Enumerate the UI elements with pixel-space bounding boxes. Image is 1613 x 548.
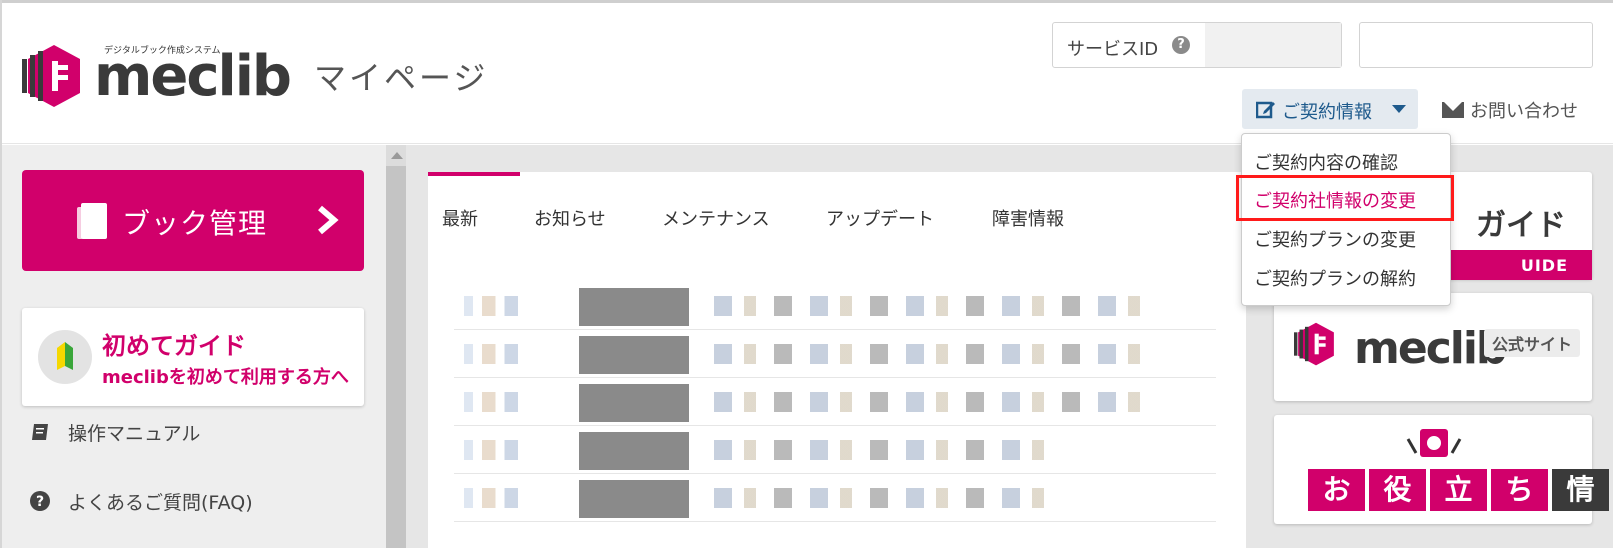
mail-icon	[1442, 102, 1464, 118]
header: デジタルブック作成システム meclib マイページ サービスID ? ご契約情…	[2, 3, 1613, 144]
official-site-banner[interactable]: meclib 公式サイト	[1274, 293, 1592, 401]
active-tab-indicator	[428, 172, 520, 176]
news-panel: 最新 お知らせ メンテナンス アップデート 障害情報	[428, 172, 1246, 548]
news-row[interactable]	[454, 476, 1216, 522]
info-tile: お	[1308, 469, 1365, 511]
menu-item-cancel-plan[interactable]: ご契約プランの解約	[1254, 265, 1416, 291]
guide-banner-bar-text: UIDE	[1520, 256, 1568, 275]
news-date-redacted	[464, 344, 554, 364]
book-icon	[77, 203, 107, 239]
first-time-guide-card[interactable]: 初めてガイド meclibを初めて利用する方へ	[22, 308, 364, 406]
news-category-redacted	[579, 432, 689, 470]
service-id-box: サービスID ?	[1052, 22, 1342, 68]
useful-info-banner[interactable]: お 役 立 ち 情 報	[1274, 415, 1609, 524]
info-tile: 立	[1430, 469, 1487, 511]
info-tile: ち	[1491, 469, 1548, 511]
guide-subtitle: meclibを初めて利用する方へ	[102, 367, 349, 388]
news-title-redacted	[714, 296, 1144, 316]
news-date-redacted	[464, 392, 554, 412]
news-category-redacted	[579, 480, 689, 518]
page-title: マイページ	[314, 59, 489, 97]
news-title-redacted	[714, 440, 1044, 460]
guide-title: 初めてガイド	[102, 332, 246, 360]
contract-info-label: ご契約情報	[1282, 102, 1372, 123]
news-title-redacted	[714, 392, 1144, 412]
caret-down-icon	[1392, 105, 1406, 113]
menu-item-confirm-contract[interactable]: ご契約内容の確認	[1254, 149, 1398, 175]
news-row[interactable]	[454, 428, 1216, 474]
highlight-box	[1236, 175, 1454, 221]
news-category-redacted	[579, 336, 689, 374]
tab-notices[interactable]: お知らせ	[534, 205, 606, 231]
official-site-tag: 公式サイト	[1484, 329, 1581, 357]
service-id-label: サービスID	[1067, 39, 1159, 60]
tab-maintenance[interactable]: メンテナンス	[662, 205, 770, 231]
svg-text:?: ?	[36, 494, 44, 510]
contact-label: お問い合わせ	[1470, 101, 1578, 122]
logo-mark-icon	[22, 45, 80, 107]
edit-icon	[1256, 101, 1275, 119]
info-tile: 役	[1369, 469, 1426, 511]
book-management-label: ブック管理	[122, 207, 268, 240]
news-row[interactable]	[454, 284, 1216, 330]
sidebar: ブック管理 初めてガイド meclibを初めて利用する方へ 操作マニュアル ? …	[2, 145, 386, 548]
account-name-box	[1359, 22, 1593, 68]
scroll-up-arrow-icon[interactable]	[391, 152, 403, 159]
news-date-redacted	[464, 488, 554, 508]
logo-wordmark: meclib	[94, 44, 292, 109]
news-title-redacted	[714, 488, 1044, 508]
news-date-redacted	[464, 440, 554, 460]
tab-incident[interactable]: 障害情報	[992, 205, 1064, 231]
scrollbar-thumb[interactable]	[386, 166, 406, 548]
news-title-redacted	[714, 344, 1144, 364]
logo-mark-icon	[1294, 322, 1334, 366]
faq-label: よくあるご質問(FAQ)	[68, 492, 253, 514]
contract-info-button[interactable]: ご契約情報	[1242, 89, 1418, 129]
useful-info-tiles: お 役 立 ち 情 報	[1308, 469, 1613, 511]
beginner-leaf-icon	[38, 330, 92, 384]
menu-item-change-plan[interactable]: ご契約プランの変更	[1254, 226, 1416, 252]
magnifier-icon	[1406, 429, 1462, 457]
guide-banner-text: ガイド	[1476, 208, 1566, 243]
tab-latest[interactable]: 最新	[442, 205, 478, 231]
news-date-redacted	[464, 296, 554, 316]
manual-label: 操作マニュアル	[68, 423, 201, 445]
news-row[interactable]	[454, 380, 1216, 426]
news-category-redacted	[579, 384, 689, 422]
service-id-value	[1205, 23, 1341, 67]
question-circle-icon: ?	[30, 491, 50, 511]
info-tile: 情	[1552, 469, 1609, 511]
news-row[interactable]	[454, 332, 1216, 378]
book-management-button[interactable]: ブック管理	[22, 170, 364, 271]
meclib-logo[interactable]: デジタルブック作成システム meclib	[22, 41, 297, 111]
news-category-redacted	[579, 288, 689, 326]
book-icon	[32, 424, 48, 440]
chevron-right-icon	[318, 205, 339, 235]
help-icon[interactable]: ?	[1172, 36, 1190, 54]
official-logo-wordmark: meclib	[1354, 323, 1507, 374]
tab-update[interactable]: アップデート	[826, 205, 934, 231]
